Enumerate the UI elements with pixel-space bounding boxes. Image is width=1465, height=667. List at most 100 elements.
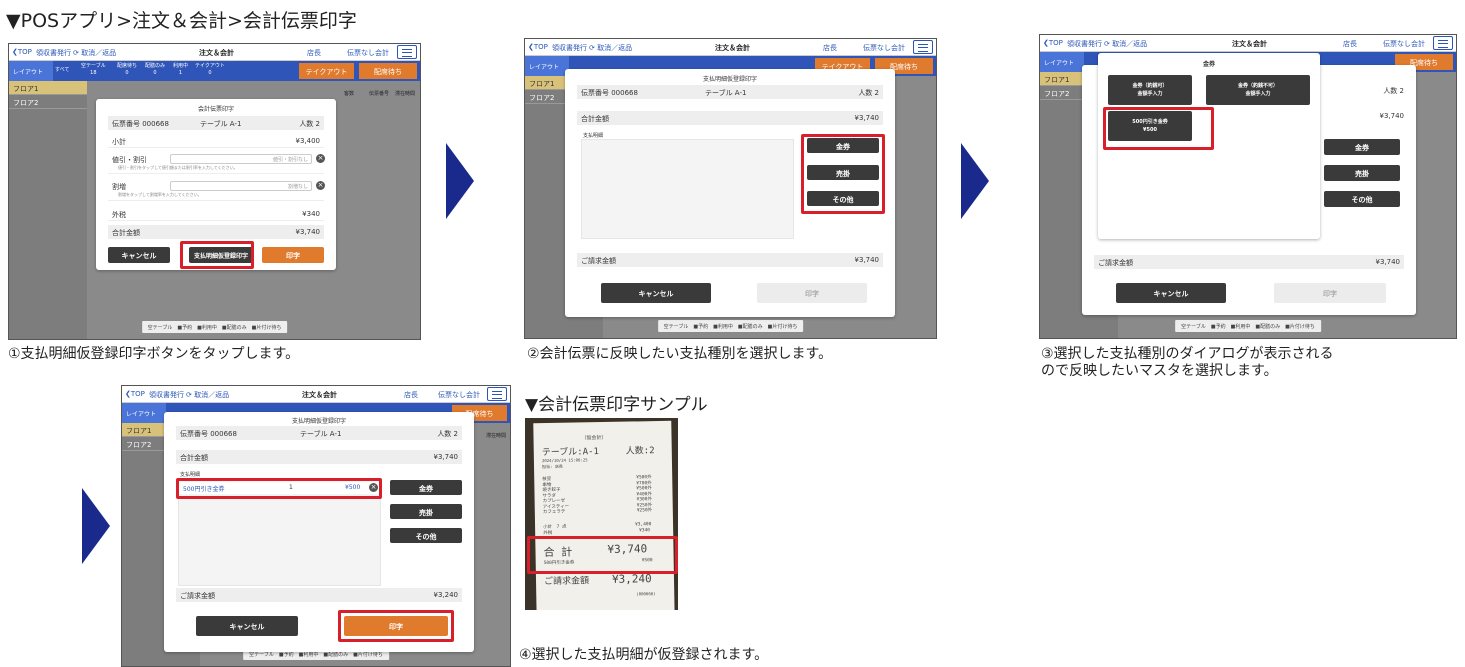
cancel-return-link[interactable]: ⟳ 取消／返品 xyxy=(589,43,632,53)
details-label: 支払明細 xyxy=(583,133,604,139)
tab-layout[interactable]: レイアウト xyxy=(9,61,53,81)
total-row: 合計金額 ¥3,740 xyxy=(176,450,462,464)
other-button[interactable]: その他 xyxy=(1324,191,1400,207)
slip-info-row: 伝票番号 000668 テーブル A-1 人数 2 xyxy=(176,426,462,440)
caption-step2: ②会計伝票に反映したい支払種別を選択します。 xyxy=(527,346,833,362)
credit-button[interactable]: 売掛 xyxy=(390,504,462,519)
header-title: 注文＆会計 xyxy=(715,44,750,52)
highlight-receipt-total xyxy=(527,536,678,574)
print-button[interactable]: 印字 xyxy=(757,283,867,303)
total-row: 合計金額 ¥3,740 xyxy=(577,111,883,125)
tab-takeout[interactable]: テイクアウト 0 xyxy=(195,63,225,77)
top-link[interactable]: ❮TOP xyxy=(125,390,145,398)
subtotal-row: 小計 ¥3,400 xyxy=(108,134,324,148)
voucher-change-ok-button[interactable]: 金券（釣銭可） 金額手入力 xyxy=(1108,75,1192,105)
wait-button[interactable]: 配席待ち xyxy=(359,63,417,79)
receipt-photo: （仮会計） テーブル:A-1 人数:2 2024/10/24 15:06:25 … xyxy=(525,418,678,610)
print-button[interactable]: 印字 xyxy=(1274,283,1386,303)
col-stay: 滞在時間 xyxy=(395,91,416,97)
store-label: 店長 xyxy=(307,49,321,57)
app-header: ❮TOP 領収書発行 ⟳ 取消／返品 注文＆会計 店長 伝票なし会計 xyxy=(122,386,510,403)
cancel-return-link[interactable]: ⟳ 取消／返品 xyxy=(1104,39,1147,49)
floor-1[interactable]: フロア1 xyxy=(9,81,87,95)
store-label: 店長 xyxy=(1343,40,1357,48)
cancel-button[interactable]: キャンセル xyxy=(196,616,298,636)
cancel-return-link[interactable]: ⟳ 取消／返品 xyxy=(73,48,116,58)
tab-layout[interactable]: レイアウト xyxy=(525,56,569,76)
highlight-payment-buttons xyxy=(801,134,885,214)
menu-icon[interactable] xyxy=(487,387,507,401)
no-slip-button[interactable]: 伝票なし会計 xyxy=(1383,39,1425,49)
receipt-issue-link[interactable]: 領収書発行 xyxy=(1067,39,1102,49)
screen-step4: ❮TOP 領収書発行 ⟳ 取消／返品 注文＆会計 店長 伝票なし会計 レイアウト… xyxy=(121,385,511,667)
clear-discount-icon[interactable]: × xyxy=(316,154,325,163)
sample-title: ▼会計伝票印字サンプル xyxy=(525,395,708,415)
print-button[interactable]: 印字 xyxy=(262,247,324,263)
tab-all[interactable]: すべて xyxy=(55,67,69,74)
other-button[interactable]: その他 xyxy=(390,528,462,543)
slip-info-row: 伝票番号 000668 テーブル A-1 人数 2 xyxy=(108,116,324,130)
highlight-print-button xyxy=(338,610,454,642)
menu-icon[interactable] xyxy=(397,45,417,59)
voucher-button[interactable]: 金券 xyxy=(390,480,462,495)
col-persons: 客数 xyxy=(344,91,355,97)
cancel-return-link[interactable]: ⟳ 取消／返品 xyxy=(186,390,229,400)
credit-button[interactable]: 売掛 xyxy=(1324,165,1400,181)
top-link[interactable]: ❮TOP xyxy=(12,48,32,56)
dialog-title: 支払明細仮登録印字 xyxy=(291,418,346,425)
surcharge-input[interactable]: 割増なし xyxy=(170,181,312,191)
billed-row: ご請求金額 ¥3,240 xyxy=(176,588,462,602)
top-link[interactable]: ❮TOP xyxy=(528,43,548,51)
tab-empty[interactable]: 空テーブル 18 xyxy=(81,63,106,77)
receipt-issue-link[interactable]: 領収書発行 xyxy=(149,390,184,400)
takeout-button[interactable]: テイクアウト xyxy=(299,63,354,79)
menu-icon[interactable] xyxy=(1433,36,1453,50)
tab-layout[interactable]: レイアウト xyxy=(1040,52,1084,72)
tab-row: レイアウト すべて 空テーブル 18 配席待ち 0 配膳のみ 0 利用中 1 テイクアウ… xyxy=(9,61,420,81)
outer-tax-row: 外税 ¥340 xyxy=(108,207,324,221)
no-slip-button[interactable]: 伝票なし会計 xyxy=(347,48,389,58)
menu-icon[interactable] xyxy=(913,40,933,54)
voucher-dialog-title: 金券 xyxy=(1202,61,1215,68)
top-link[interactable]: ❮TOP xyxy=(1043,39,1063,47)
receipt-paper: （仮会計） テーブル:A-1 人数:2 2024/10/24 15:06:25 … xyxy=(533,420,675,610)
billed-row: ご請求金額 ¥3,740 xyxy=(577,253,883,267)
header-title: 注文＆会計 xyxy=(1232,40,1267,48)
receipt-item-price: ¥250外 xyxy=(636,508,653,514)
receipt-slip-no: (000668) xyxy=(636,591,656,597)
arrow-right-icon xyxy=(961,143,989,219)
persons-label: 人数 2 xyxy=(1383,87,1404,95)
header-title: 注文＆会計 xyxy=(302,391,337,399)
receipt-header: （仮会計） xyxy=(581,434,607,442)
tab-layout[interactable]: レイアウト xyxy=(122,403,166,423)
header-title: 注文＆会計 xyxy=(199,49,234,57)
floor-2[interactable]: フロア2 xyxy=(9,95,87,109)
receipt-persons: 人数:2 xyxy=(625,446,655,457)
caption-step3: ③選択した支払種別のダイアログが表示される ので反映したいマスタを選択します。 xyxy=(1041,346,1334,379)
clear-surcharge-icon[interactable]: × xyxy=(316,181,325,190)
status-legend: 空テーブル ■予約 ■利用中 ■配膳のみ ■片付け待ち xyxy=(1175,320,1321,332)
screen-step2: ❮TOP 領収書発行 ⟳ 取消／返品 注文＆会計 店長 伝票なし会計 レイアウト… xyxy=(524,38,937,339)
receipt-issue-link[interactable]: 領収書発行 xyxy=(552,43,587,53)
voucher-no-change-button[interactable]: 金券（釣銭不可） 金額手入力 xyxy=(1206,75,1310,105)
no-slip-button[interactable]: 伝票なし会計 xyxy=(863,43,905,53)
status-legend: 空テーブル ■予約 ■利用中 ■配膳のみ ■片付け待ち xyxy=(141,321,288,333)
cancel-button[interactable]: キャンセル xyxy=(601,283,711,303)
floor-list: フロア1 フロア2 xyxy=(9,81,87,339)
total-amount: ¥3,740 xyxy=(1379,112,1405,120)
tab-inuse[interactable]: 利用中 1 xyxy=(173,63,188,77)
discount-input[interactable]: 値引・割引なし xyxy=(170,154,312,164)
receipt-item-name: カフェラテ xyxy=(542,509,566,516)
voucher-button[interactable]: 金券 xyxy=(1324,139,1400,155)
cancel-button[interactable]: キャンセル xyxy=(1116,283,1226,303)
screen-step3: ❮TOP 領収書発行 ⟳ 取消／返品 注文＆会計 店長 伝票なし会計 レイアウト… xyxy=(1039,34,1457,339)
receipt-table: テーブル:A-1 xyxy=(541,447,600,459)
tab-delivery[interactable]: 配膳のみ 0 xyxy=(145,63,165,77)
no-slip-button[interactable]: 伝票なし会計 xyxy=(438,390,480,400)
app-header: ❮TOP 領収書発行 ⟳ 取消／返品 注文＆会計 店長 伝票なし会計 xyxy=(9,44,420,61)
cancel-button[interactable]: キャンセル xyxy=(108,247,170,263)
payment-details-list xyxy=(581,139,794,239)
tab-waiting[interactable]: 配席待ち 0 xyxy=(117,63,137,77)
receipt-issue-link[interactable]: 領収書発行 xyxy=(36,48,71,58)
surcharge-row: 割増 割増なし × 割増をタップして割増率を入力してください。 xyxy=(108,179,325,201)
